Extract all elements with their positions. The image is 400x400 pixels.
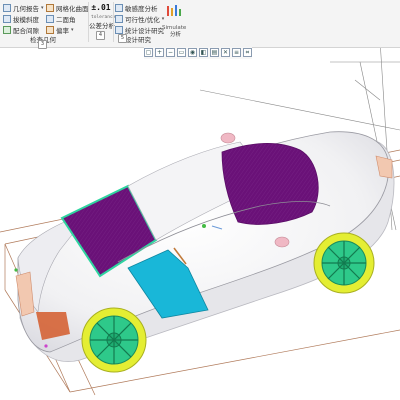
sensitivity-analysis-button[interactable]: 敏感度分析 bbox=[115, 2, 158, 13]
deviation-label: 偏率 bbox=[56, 26, 69, 35]
tolerance-group-label: 公差分析 bbox=[89, 22, 115, 30]
statistical-study-icon bbox=[115, 25, 123, 34]
design-study-group-key: 5 bbox=[118, 34, 127, 43]
separator bbox=[113, 2, 114, 42]
repaint-icon[interactable]: ▭ bbox=[177, 48, 186, 57]
sensitivity-icon bbox=[115, 3, 123, 12]
draft-label: 拔模斜度 bbox=[13, 15, 39, 24]
mesh-surface-label: 网格化曲面 bbox=[56, 4, 89, 13]
geometry-report-menu[interactable]: 几何报告 ▾ bbox=[3, 2, 44, 13]
feasibility-label: 可行性/优化 bbox=[125, 15, 160, 24]
model-viewport[interactable] bbox=[0, 0, 400, 400]
section-icon[interactable]: ⌗ bbox=[243, 48, 252, 57]
feasibility-menu[interactable]: 可行性/优化 ▾ bbox=[115, 13, 164, 24]
fit-clearance-icon bbox=[3, 25, 11, 34]
zoom-out-icon[interactable]: − bbox=[166, 48, 175, 57]
mesh-surface-icon bbox=[46, 3, 54, 12]
zoom-in-icon[interactable]: + bbox=[155, 48, 164, 57]
saved-views-icon[interactable]: ▤ bbox=[210, 48, 219, 57]
ribbon-toolbar: 几何报告▾ 网格化曲面 拔模斜度 二面角 配合间隙 偏率▾ 检查几何 3 ±.0… bbox=[0, 0, 400, 49]
side-mirror-right[interactable] bbox=[220, 132, 236, 144]
spin-center-icon[interactable]: ◉ bbox=[188, 48, 197, 57]
feasibility-icon bbox=[115, 14, 123, 23]
dihedral-angle-button[interactable]: 二面角 bbox=[46, 13, 76, 24]
deviation-icon bbox=[46, 25, 54, 34]
view-toolbar: ▢ + − ▭ ◉ ◧ ▤ ✕ ≡ ⌗ bbox=[144, 47, 252, 59]
simulate-sub-label: 分析 bbox=[170, 31, 182, 38]
design-study-group-label: 设计研究 bbox=[125, 36, 151, 44]
tolerance-icon-label: ±.01 bbox=[91, 3, 111, 12]
dihedral-angle-icon bbox=[46, 14, 54, 23]
refit-icon[interactable]: ▢ bbox=[144, 48, 153, 57]
mesh-surface-button[interactable]: 网格化曲面 bbox=[46, 2, 89, 13]
display-style-icon[interactable]: ◧ bbox=[199, 48, 208, 57]
geometry-report-icon bbox=[3, 3, 11, 12]
side-mirror-left[interactable] bbox=[274, 236, 290, 248]
inspect-geometry-group-key: 3 bbox=[38, 40, 47, 49]
annotation-display-icon[interactable]: ≡ bbox=[232, 48, 241, 57]
draft-icon bbox=[3, 14, 11, 23]
tolerance-group-key: 4 bbox=[96, 31, 105, 40]
simulate-icon bbox=[167, 5, 181, 16]
sensitivity-label: 敏感度分析 bbox=[125, 4, 158, 13]
rear-wheel[interactable] bbox=[313, 232, 375, 294]
draft-button[interactable]: 拔模斜度 bbox=[3, 13, 39, 24]
geometry-report-label: 几何报告 bbox=[13, 4, 39, 13]
front-wheel[interactable] bbox=[81, 307, 147, 373]
statistical-study-label: 统计设计研究 bbox=[125, 26, 164, 35]
dihedral-angle-label: 二面角 bbox=[56, 15, 76, 24]
fit-clearance-label: 配合间隙 bbox=[13, 26, 39, 35]
datum-display-icon[interactable]: ✕ bbox=[221, 48, 230, 57]
